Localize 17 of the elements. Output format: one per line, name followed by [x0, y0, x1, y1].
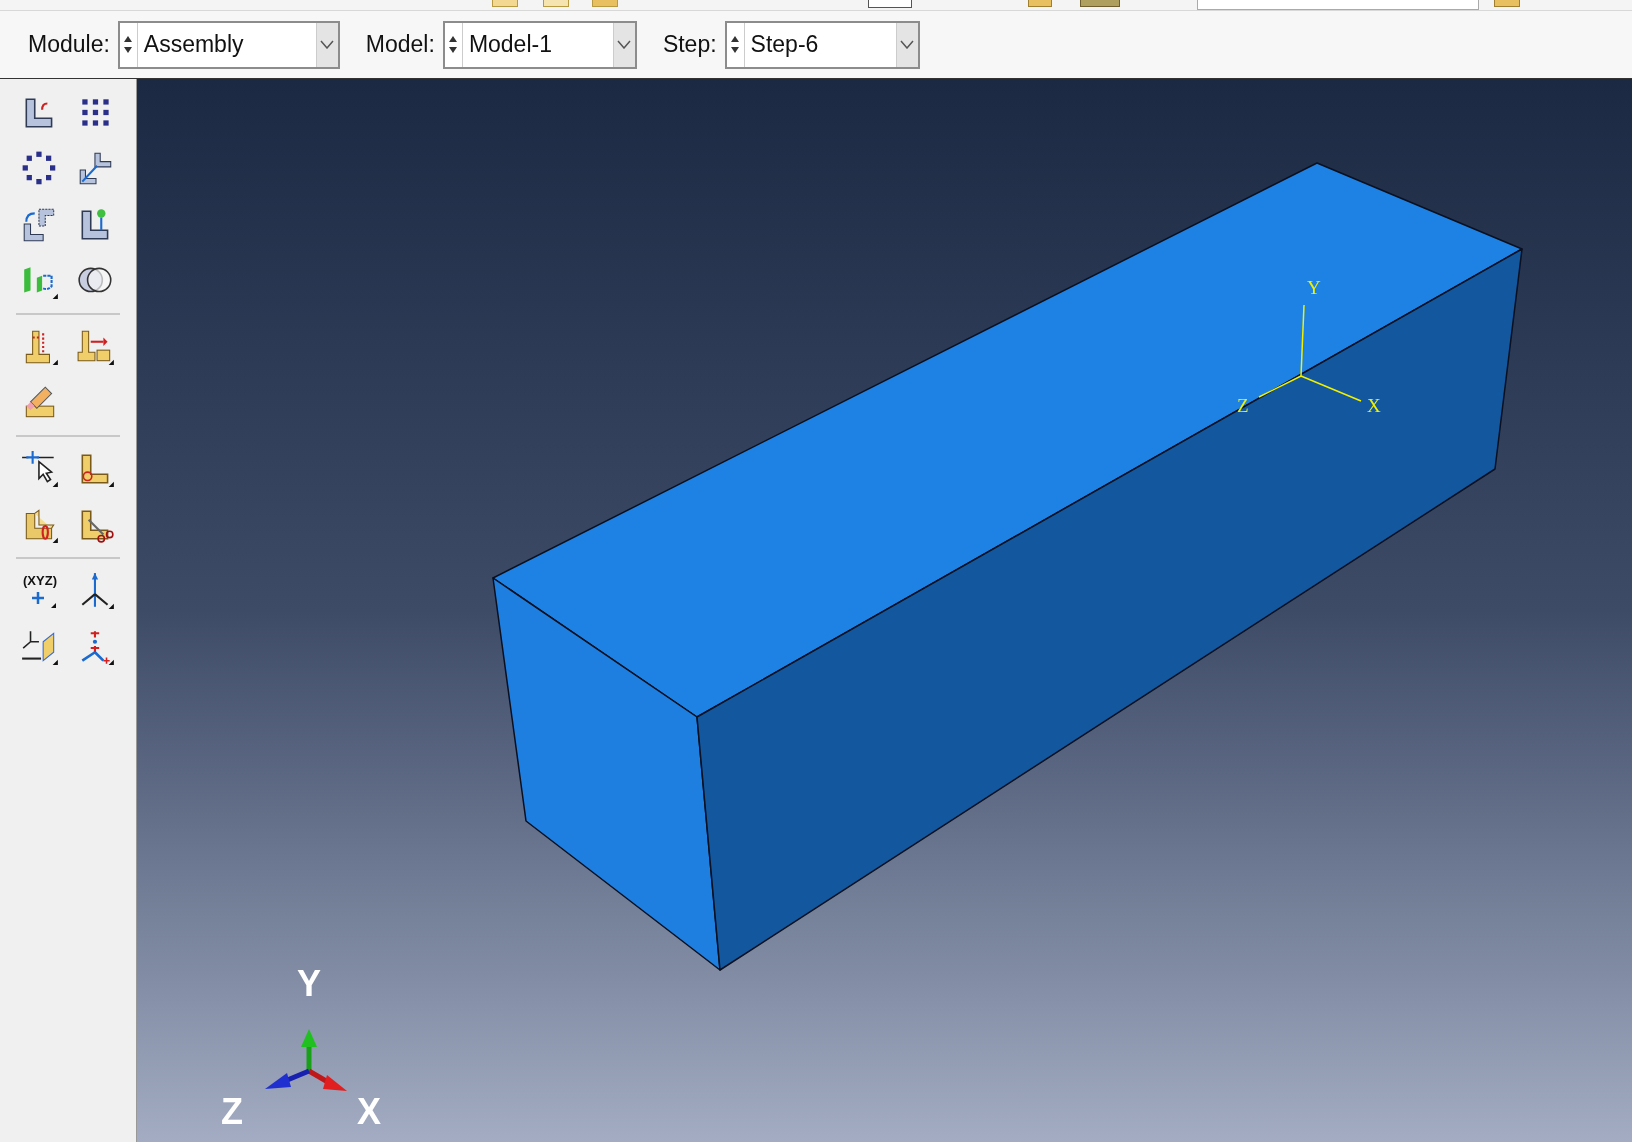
axis-label: Z	[221, 1091, 243, 1132]
combo-label: Module:	[28, 30, 110, 60]
toolbar-field[interactable]	[1197, 0, 1479, 10]
combo-label: Step:	[662, 30, 717, 60]
combo-value: Model-1	[467, 30, 553, 60]
axis-label: Y	[297, 963, 321, 1004]
axis-label: X	[1367, 395, 1381, 416]
combo-box[interactable]: Model-1	[442, 20, 637, 69]
combo-label: Model:	[365, 30, 435, 60]
combo-value: Step-6	[749, 30, 820, 60]
axis-label: X	[357, 1091, 381, 1132]
combo-value: Assembly	[142, 30, 245, 60]
axis-label: Y	[1307, 277, 1321, 298]
query-cursor-icon[interactable]	[20, 449, 60, 489]
combo-box[interactable]: Assembly	[117, 20, 340, 69]
toolbar-icon[interactable]	[868, 0, 912, 8]
combo-box[interactable]: Step-6	[724, 20, 920, 69]
